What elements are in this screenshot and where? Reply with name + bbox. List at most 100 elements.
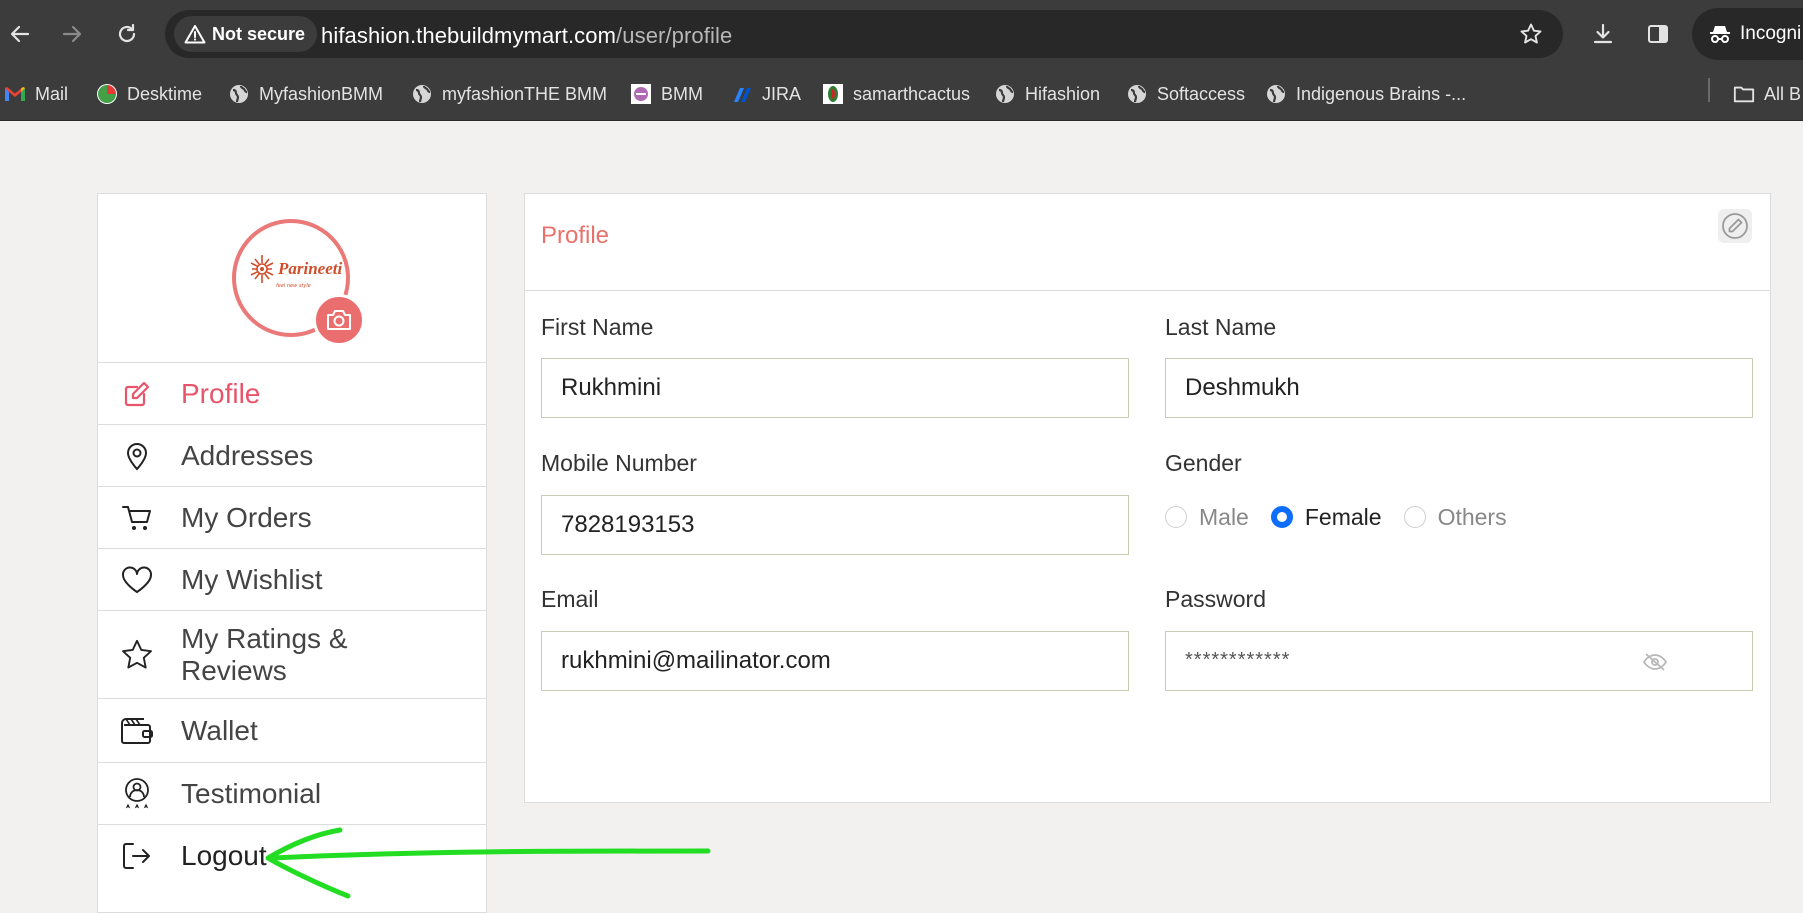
bookmarks-separator — [1708, 78, 1710, 102]
bookmarks-bar: Mail Desktime MyfashionBMM myfashionTHE … — [0, 68, 1803, 121]
bookmark-star-button[interactable] — [1519, 22, 1543, 50]
jira-icon — [731, 83, 753, 105]
reload-icon — [118, 23, 136, 43]
back-button[interactable] — [2, 16, 38, 52]
reload-button[interactable] — [109, 16, 145, 52]
security-label: Not secure — [212, 23, 306, 44]
globe-icon — [228, 83, 250, 105]
email-label: Email — [541, 586, 599, 612]
sidebar-item-label: Logout — [181, 839, 267, 871]
bookmark-mail[interactable]: Mail — [4, 78, 68, 110]
sidebar-item-addresses[interactable]: Addresses — [98, 424, 486, 486]
radio-label: Male — [1199, 503, 1249, 530]
bmm-logo-icon — [630, 83, 652, 105]
sidebar-item-logout[interactable]: Logout — [98, 824, 486, 886]
sidebar-item-label: Profile — [181, 377, 261, 409]
address-bar[interactable]: Not secure hifashion.thebuildmymart.com/… — [165, 10, 1563, 58]
first-name-field[interactable]: Rukhmini — [541, 358, 1129, 418]
arrow-right-icon — [62, 25, 82, 43]
bookmark-label: JIRA — [762, 83, 802, 104]
password-field[interactable]: ************ — [1165, 631, 1753, 691]
bookmark-desktime[interactable]: Desktime — [96, 78, 202, 110]
sidebar-item-wallet[interactable]: Wallet — [98, 698, 486, 762]
wallet-icon — [120, 714, 154, 748]
bookmark-label: MyfashionBMM — [259, 83, 384, 104]
radio-button[interactable] — [1403, 506, 1426, 528]
all-bookmarks-button[interactable]: All B — [1733, 78, 1801, 110]
gender-label: Gender — [1165, 450, 1242, 476]
sidebar-item-my-orders[interactable]: My Orders — [98, 486, 486, 548]
bookmark-label: samarthcactus — [853, 83, 971, 104]
globe-icon — [994, 83, 1016, 105]
security-indicator[interactable]: Not secure — [174, 16, 318, 52]
url-path: /user/profile — [616, 23, 733, 48]
sidebar-item-label: Wallet — [181, 714, 258, 746]
bookmark-label: Mail — [35, 83, 69, 104]
logout-icon — [120, 839, 154, 873]
bookmark-jira[interactable]: JIRA — [731, 78, 801, 110]
eye-off-icon[interactable] — [1642, 652, 1668, 676]
arrow-left-icon — [10, 25, 30, 43]
downloads-button[interactable] — [1585, 16, 1621, 52]
sidebar-item-profile[interactable]: Profile — [98, 362, 486, 424]
forward-button[interactable] — [54, 16, 90, 52]
edit-profile-button[interactable] — [1718, 209, 1752, 243]
edit-icon — [1722, 213, 1748, 239]
globe-icon — [411, 83, 433, 105]
download-icon — [1593, 23, 1613, 44]
bookmark-hifashion[interactable]: Hifashion — [994, 78, 1100, 110]
testimonial-icon — [120, 777, 154, 811]
email-field[interactable]: rukhmini@mailinator.com — [541, 631, 1129, 691]
sidebar-item-label: My Ratings & — [181, 623, 348, 654]
radio-label: Female — [1304, 503, 1382, 530]
gmail-icon — [4, 83, 26, 105]
bookmark-label: BMM — [661, 83, 703, 104]
star-icon — [120, 638, 154, 672]
gender-option-others[interactable]: Others — [1403, 503, 1507, 531]
radio-label: Others — [1437, 503, 1507, 530]
url-host: hifashion.thebuildmymart.com — [321, 23, 617, 48]
last-name-value: Deshmukh — [1185, 374, 1300, 401]
globe-icon — [1265, 83, 1287, 105]
gender-option-male[interactable]: Male — [1165, 504, 1249, 531]
first-name-label: First Name — [541, 314, 654, 340]
heart-icon — [120, 563, 154, 597]
first-name-value: Rukhmini — [561, 374, 662, 401]
brand-name: Parineeti — [278, 259, 343, 278]
sidebar-item-label: Testimonial — [181, 777, 322, 809]
bookmark-samarthcactus[interactable]: samarthcactus — [822, 78, 970, 110]
incognito-icon — [1710, 26, 1730, 43]
side-panel-button[interactable] — [1640, 16, 1676, 52]
sidebar-item-my-wishlist[interactable]: My Wishlist — [98, 548, 486, 610]
last-name-field[interactable]: Deshmukh — [1165, 358, 1753, 418]
radio-button[interactable] — [1165, 506, 1187, 528]
bookmark-bmm[interactable]: BMM — [630, 78, 703, 110]
gender-option-female[interactable]: Female — [1270, 503, 1382, 531]
sidebar-item-label: My Wishlist — [181, 563, 323, 595]
sidebar-item-label: My Orders — [181, 501, 312, 533]
card-divider — [525, 290, 1770, 291]
bookmark-softaccess[interactable]: Softaccess — [1126, 78, 1245, 110]
warning-icon — [184, 25, 206, 44]
cart-icon — [120, 501, 154, 535]
change-photo-button[interactable] — [313, 294, 365, 346]
url-text[interactable]: hifashion.thebuildmymart.com/user/profil… — [321, 23, 732, 49]
sidebar-item-label: Addresses — [181, 439, 314, 471]
bookmark-label: All B — [1764, 83, 1802, 104]
mobile-number-value: 7828193153 — [561, 511, 695, 538]
radio-button-selected[interactable] — [1270, 506, 1293, 528]
page-title: Profile — [541, 222, 610, 249]
mobile-number-field[interactable]: 7828193153 — [541, 495, 1129, 555]
bookmark-indigenous-brains[interactable]: Indigenous Brains -... — [1265, 78, 1466, 110]
bookmark-label: Softaccess — [1157, 83, 1246, 104]
bookmark-myfashionbmm[interactable]: MyfashionBMM — [228, 78, 383, 110]
bookmark-myfashion-the-bmm[interactable]: myfashionTHE BMM — [411, 78, 607, 110]
sidebar-item-ratings-reviews[interactable]: My Ratings & Reviews — [98, 610, 486, 698]
incognito-indicator[interactable]: Incogni — [1692, 8, 1803, 60]
camera-icon — [327, 310, 351, 330]
star-outline-icon — [1520, 23, 1542, 44]
sidebar-item-testimonial[interactable]: Testimonial — [98, 762, 486, 824]
bookmark-label: Desktime — [127, 83, 203, 104]
account-sidebar: Parineeti feel new style Profile Address… — [97, 193, 487, 913]
bookmark-label: myfashionTHE BMM — [442, 83, 608, 104]
